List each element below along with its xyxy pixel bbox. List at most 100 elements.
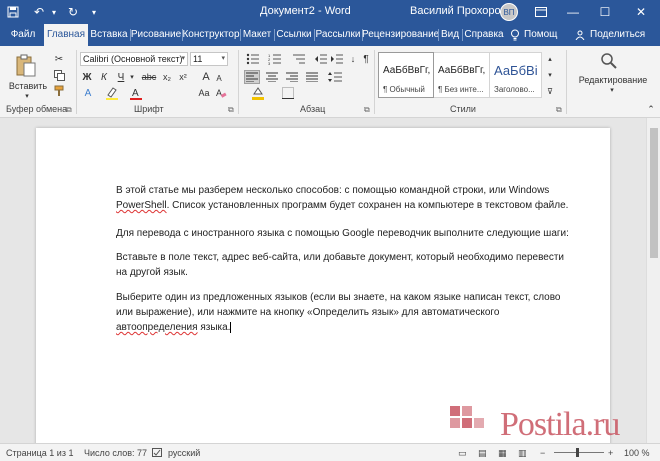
align-right-icon[interactable]: [284, 70, 300, 84]
font-launcher-icon[interactable]: ⧉: [228, 105, 234, 115]
multilevel-list-icon[interactable]: [290, 52, 308, 66]
editing-dropdown-icon[interactable]: ▾: [606, 86, 618, 94]
underline-button[interactable]: Ч: [114, 70, 128, 84]
ribbon-display-options-icon[interactable]: [526, 0, 556, 24]
strikethrough-button[interactable]: abc: [140, 70, 158, 84]
paragraph-2[interactable]: Для перевода с иностранного языка с помо…: [116, 226, 576, 241]
style-no-spacing[interactable]: АаБбВвГг, ¶ Без инте...: [434, 52, 490, 98]
justify-icon[interactable]: [304, 70, 320, 84]
superscript-button[interactable]: x²: [176, 70, 190, 84]
decrease-indent-icon[interactable]: [314, 52, 328, 66]
word-count[interactable]: Число слов: 77: [84, 448, 147, 458]
line-spacing-icon[interactable]: [326, 70, 344, 84]
tab-insert[interactable]: Вставка: [88, 24, 130, 46]
subscript-button[interactable]: x₂: [160, 70, 174, 84]
numbering-icon[interactable]: 123: [266, 52, 284, 66]
font-color-icon[interactable]: A: [128, 86, 144, 100]
tab-view[interactable]: Вид: [438, 24, 462, 46]
tab-design[interactable]: Конструктор: [182, 24, 240, 46]
customize-qa-icon[interactable]: ▾: [88, 3, 100, 21]
change-case-button[interactable]: Aa: [196, 86, 212, 100]
scroll-thumb[interactable]: [650, 128, 658, 258]
copy-icon[interactable]: [52, 68, 66, 82]
shading-icon[interactable]: [250, 86, 266, 100]
spelling-error[interactable]: автоопределения: [116, 322, 198, 333]
page-count[interactable]: Страница 1 из 1: [6, 448, 73, 458]
zoom-level[interactable]: 100 %: [624, 448, 650, 458]
clear-formatting-icon[interactable]: A: [214, 86, 228, 100]
styles-more-icon[interactable]: ⊽: [544, 84, 556, 98]
zoom-out-icon[interactable]: −: [540, 448, 545, 458]
paste-dropdown-icon[interactable]: ▾: [20, 92, 34, 100]
close-icon[interactable]: ✕: [626, 0, 656, 24]
web-layout-icon[interactable]: ▥: [518, 448, 527, 459]
format-painter-icon[interactable]: [52, 84, 66, 98]
tab-file[interactable]: Файл: [6, 24, 40, 46]
tab-layout[interactable]: Макет: [240, 24, 274, 46]
language-indicator[interactable]: русский: [168, 448, 200, 458]
bullets-icon[interactable]: [244, 52, 262, 66]
avatar[interactable]: ВП: [500, 3, 518, 21]
lightbulb-icon[interactable]: [508, 24, 522, 46]
grow-font-button[interactable]: A: [200, 70, 212, 84]
bold-button[interactable]: Ж: [80, 70, 94, 84]
styles-scroll-down-icon[interactable]: ▾: [544, 68, 556, 82]
minimize-icon[interactable]: —: [558, 0, 588, 24]
show-marks-icon[interactable]: ¶: [360, 52, 372, 66]
increase-indent-icon[interactable]: [330, 52, 344, 66]
highlight-icon[interactable]: [104, 86, 120, 100]
maximize-icon[interactable]: ☐: [590, 0, 620, 24]
print-layout-icon[interactable]: ▦: [498, 448, 507, 459]
style-normal[interactable]: АаБбВвГг, ¶ Обычный: [378, 52, 434, 98]
group-label-clipboard: Буфер обмена: [6, 104, 68, 114]
tell-me-button[interactable]: Помощ: [524, 24, 564, 46]
tab-mailings[interactable]: Рассылки: [314, 24, 362, 46]
paragraph-1[interactable]: В этой статье мы разберем несколько спос…: [116, 183, 576, 213]
zoom-in-icon[interactable]: +: [608, 448, 613, 458]
redo-icon[interactable]: ↻: [64, 3, 82, 21]
font-size-combo[interactable]: 11 ▾: [190, 52, 228, 66]
title-bar: ↶ ▾ ↻ ▾ Документ2 - Word Василий Прохоро…: [0, 0, 660, 24]
cut-icon[interactable]: ✂: [52, 52, 66, 66]
styles-scroll-up-icon[interactable]: ▴: [544, 52, 556, 66]
underline-dropdown-icon[interactable]: ▾: [128, 70, 136, 84]
paste-button[interactable]: Вставить: [8, 80, 48, 92]
read-mode-icon[interactable]: ▤: [478, 448, 487, 459]
font-name-combo[interactable]: Calibri (Основной текст) ▾: [80, 52, 188, 66]
paste-icon[interactable]: [14, 52, 38, 78]
styles-launcher-icon[interactable]: ⧉: [556, 105, 562, 115]
zoom-slider[interactable]: [554, 452, 604, 453]
sort-icon[interactable]: ↓: [346, 52, 360, 66]
vertical-scrollbar[interactable]: [646, 118, 660, 443]
style-heading-1[interactable]: АаБбВі Заголово...: [490, 52, 542, 98]
editing-button[interactable]: Редактирование: [572, 74, 654, 86]
undo-icon[interactable]: ↶: [30, 3, 48, 21]
paragraph-4[interactable]: Выберите один из предложенных языков (ес…: [116, 290, 576, 335]
chevron-down-icon: ▾: [181, 55, 185, 62]
proofing-icon[interactable]: [152, 448, 162, 459]
borders-icon[interactable]: [280, 86, 296, 100]
tab-home[interactable]: Главная: [44, 24, 88, 46]
text-effects-icon[interactable]: A: [80, 86, 96, 100]
italic-button[interactable]: К: [97, 70, 111, 84]
tab-review[interactable]: Рецензирование: [362, 24, 439, 46]
search-icon[interactable]: [598, 50, 620, 72]
tab-help[interactable]: Справка: [462, 24, 506, 46]
tab-draw[interactable]: Рисование: [130, 24, 182, 46]
align-center-icon[interactable]: [264, 70, 280, 84]
paragraph-3[interactable]: Вставьте в поле текст, адрес веб-сайта, …: [116, 250, 576, 280]
collapse-ribbon-icon[interactable]: ⌃: [646, 104, 656, 114]
share-icon[interactable]: [574, 24, 586, 46]
align-left-icon[interactable]: [244, 70, 260, 84]
undo-dropdown-icon[interactable]: ▾: [48, 3, 60, 21]
focus-mode-icon[interactable]: ▭: [458, 448, 467, 459]
zoom-slider-thumb[interactable]: [576, 448, 579, 457]
spelling-error[interactable]: PowerShell: [116, 200, 167, 211]
shrink-font-button[interactable]: A: [214, 72, 224, 84]
tab-references[interactable]: Ссылки: [274, 24, 314, 46]
user-name[interactable]: Василий Прохоров: [410, 5, 506, 17]
save-icon[interactable]: [4, 3, 22, 21]
clipboard-launcher-icon[interactable]: ⧉: [66, 105, 72, 115]
share-button[interactable]: Поделиться: [590, 24, 654, 46]
paragraph-launcher-icon[interactable]: ⧉: [364, 105, 370, 115]
